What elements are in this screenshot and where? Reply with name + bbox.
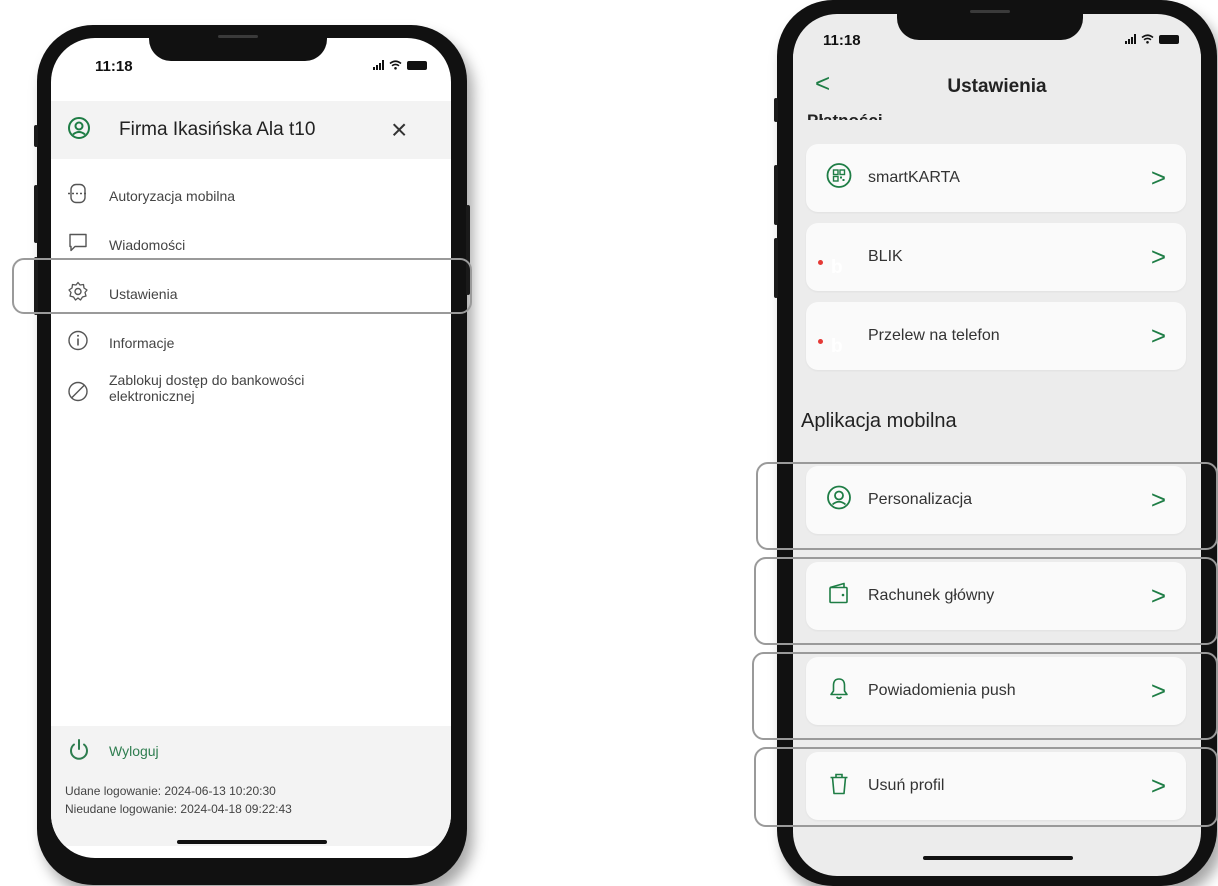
message-icon (67, 232, 89, 259)
menu-item-block-access[interactable]: Zablokuj dostęp do bankowości elektronic… (51, 368, 451, 420)
highlight-personalization (756, 462, 1218, 550)
last-login-success: Udane logowanie: 2024-06-13 10:20:30 (65, 784, 276, 798)
payment-item-label: BLIK (868, 248, 903, 265)
status-icons (1125, 34, 1179, 44)
section-title-mobile-app: Aplikacja mobilna (801, 410, 957, 432)
menu-item-information[interactable]: Informacje (51, 321, 451, 365)
payment-item-label: smartKARTA (868, 169, 960, 186)
menu-item-mobile-auth[interactable]: Autoryzacja mobilna (51, 174, 451, 218)
battery-icon (1159, 34, 1179, 44)
section-title-payments: Płatności (807, 106, 883, 120)
user-name: Firma Ikasińska Ala t10 (119, 119, 316, 140)
user-circle-icon (67, 116, 91, 145)
status-icons (373, 60, 427, 70)
home-indicator (923, 856, 1073, 860)
phone-notch (897, 0, 1083, 40)
screen-menu: 11:18 Firma Ikasińska Ala t10 × Autoryza… (51, 38, 451, 858)
menu-item-label: Wiadomości (109, 237, 186, 253)
status-time: 11:18 (95, 58, 133, 75)
menu-item-label: Informacje (109, 335, 175, 351)
payment-item-smartkarta[interactable]: smartKARTA > (806, 144, 1186, 212)
payment-item-phone-transfer[interactable]: Przelew na telefon > (806, 302, 1186, 370)
login-info: Udane logowanie: 2024-06-13 10:20:30 Nie… (51, 776, 451, 846)
block-icon (67, 381, 89, 408)
home-indicator (177, 840, 327, 844)
last-login-failed: Nieudane logowanie: 2024-04-18 09:22:43 (65, 802, 292, 816)
battery-icon (407, 60, 427, 70)
chevron-right-icon: > (1150, 320, 1166, 351)
mobile-auth-icon (67, 183, 89, 210)
nav-bar: < Ustawienia (793, 54, 1201, 114)
power-icon (67, 738, 91, 767)
highlight-push-notifications (752, 652, 1218, 740)
phone-side-button (774, 98, 778, 122)
phone-notch (149, 25, 327, 61)
phone-left: 11:18 Firma Ikasińska Ala t10 × Autoryza… (34, 25, 470, 885)
qr-card-icon (826, 163, 852, 194)
menu-item-label-line2: elektronicznej (109, 388, 195, 404)
payment-item-blik[interactable]: BLIK > (806, 223, 1186, 291)
logout-label: Wyloguj (109, 743, 159, 759)
phone-side-button (34, 125, 38, 147)
menu-header: Firma Ikasińska Ala t10 × (51, 101, 451, 159)
phone-volume-up-button (774, 165, 778, 225)
menu-item-label: Zablokuj dostęp do bankowości elektronic… (109, 372, 304, 404)
chevron-right-icon: > (1150, 241, 1166, 272)
phone-volume-down-button (774, 238, 778, 298)
highlight-main-account (754, 557, 1218, 645)
signal-icon (373, 60, 384, 70)
chevron-right-icon: > (1150, 162, 1166, 193)
section-title-payments-text: Płatności (807, 111, 883, 120)
wifi-icon (1141, 34, 1154, 44)
logout-button[interactable]: Wyloguj (51, 726, 451, 776)
page-title: Ustawienia (947, 76, 1047, 97)
status-time: 11:18 (823, 32, 861, 49)
highlight-delete-profile (754, 747, 1218, 827)
phone-volume-up-button (34, 185, 38, 243)
info-icon (67, 330, 89, 357)
highlight-settings (12, 258, 472, 314)
wifi-icon (389, 60, 402, 70)
close-icon[interactable]: × (391, 116, 407, 144)
signal-icon (1125, 34, 1136, 44)
menu-item-label-line1: Zablokuj dostęp do bankowości (109, 372, 305, 388)
menu-item-label: Autoryzacja mobilna (109, 188, 236, 204)
payment-item-label: Przelew na telefon (868, 327, 1000, 344)
